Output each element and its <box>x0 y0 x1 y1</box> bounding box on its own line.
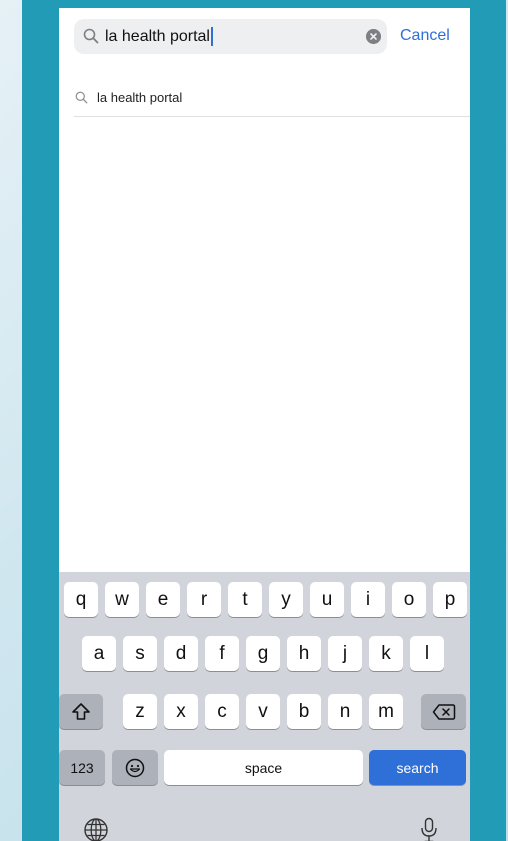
key-y[interactable]: y <box>269 582 303 617</box>
search-input[interactable]: la health portal <box>105 26 213 47</box>
emoji-key[interactable] <box>112 750 158 785</box>
key-l[interactable]: l <box>410 636 444 671</box>
emoji-icon <box>125 758 145 777</box>
key-v[interactable]: v <box>246 694 280 729</box>
key-j[interactable]: j <box>328 636 362 671</box>
onscreen-keyboard: q w e r t y u i o p a s d f g h j k l z … <box>59 572 470 841</box>
key-w[interactable]: w <box>105 582 139 617</box>
numbers-key[interactable]: 123 <box>59 750 105 785</box>
search-key[interactable]: search <box>369 750 466 785</box>
key-s[interactable]: s <box>123 636 157 671</box>
key-c[interactable]: c <box>205 694 239 729</box>
globe-icon <box>84 818 108 841</box>
cancel-button[interactable]: Cancel <box>400 27 450 45</box>
key-q[interactable]: q <box>64 582 98 617</box>
search-icon <box>83 28 99 44</box>
key-u[interactable]: u <box>310 582 344 617</box>
backspace-icon <box>432 703 455 720</box>
search-input-text: la health portal <box>105 27 210 45</box>
key-b[interactable]: b <box>287 694 321 729</box>
shift-icon <box>72 702 90 720</box>
key-k[interactable]: k <box>369 636 403 671</box>
key-f[interactable]: f <box>205 636 239 671</box>
app-screen: la health portal Cancel la health portal… <box>59 8 470 841</box>
key-x[interactable]: x <box>164 694 198 729</box>
delete-key[interactable] <box>421 694 466 729</box>
key-a[interactable]: a <box>82 636 116 671</box>
key-h[interactable]: h <box>287 636 321 671</box>
key-d[interactable]: d <box>164 636 198 671</box>
key-e[interactable]: e <box>146 582 180 617</box>
dictation-key[interactable] <box>417 816 441 841</box>
globe-key[interactable] <box>82 816 110 841</box>
space-key[interactable]: space <box>164 750 363 785</box>
key-t[interactable]: t <box>228 582 262 617</box>
key-m[interactable]: m <box>369 694 403 729</box>
search-icon <box>75 91 88 104</box>
key-r[interactable]: r <box>187 582 221 617</box>
key-i[interactable]: i <box>351 582 385 617</box>
text-caret <box>210 27 213 46</box>
key-n[interactable]: n <box>328 694 362 729</box>
search-field[interactable]: la health portal <box>74 19 387 54</box>
key-z[interactable]: z <box>123 694 157 729</box>
microphone-icon <box>421 817 437 841</box>
clear-icon[interactable] <box>366 29 381 44</box>
key-o[interactable]: o <box>392 582 426 617</box>
suggestion-label: la health portal <box>97 90 183 105</box>
key-g[interactable]: g <box>246 636 280 671</box>
key-p[interactable]: p <box>433 582 467 617</box>
shift-key[interactable] <box>59 694 103 729</box>
search-suggestion[interactable]: la health portal <box>74 84 470 117</box>
